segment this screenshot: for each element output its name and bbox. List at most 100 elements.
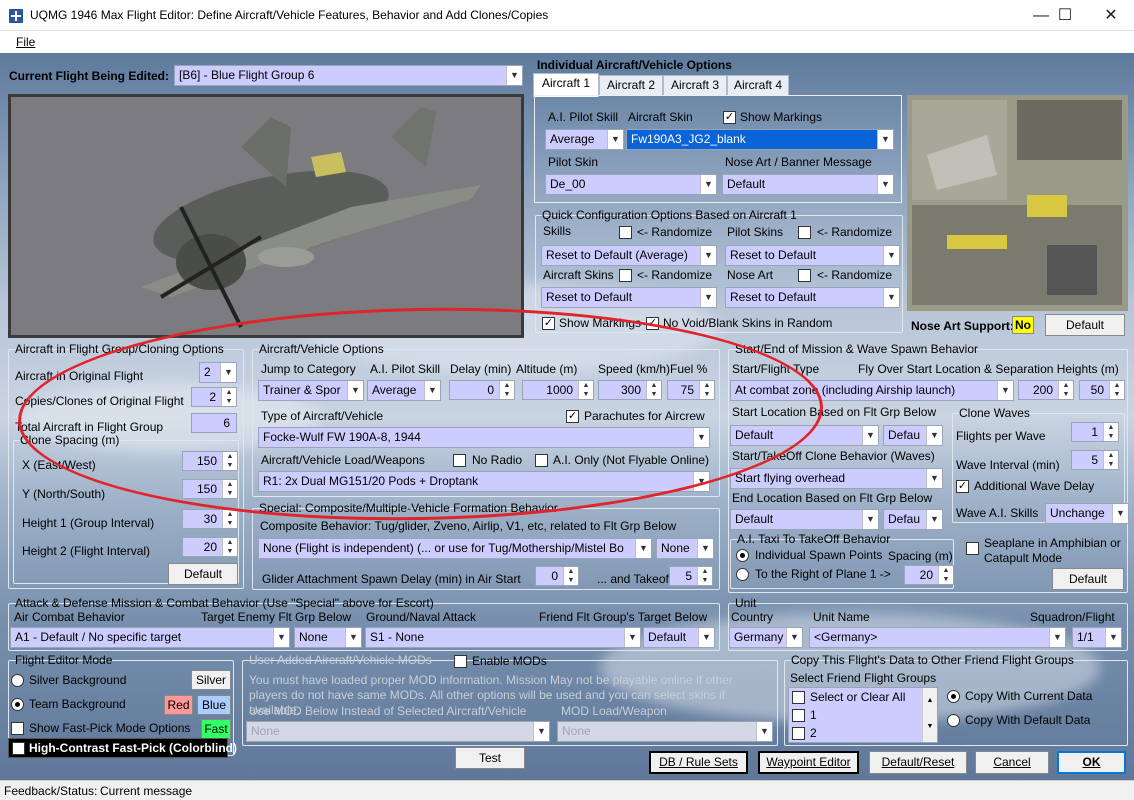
end-location-select[interactable]: Default ▼ [730, 509, 879, 530]
status-label: Feedback/Status: [4, 784, 98, 798]
spinner-icon[interactable]: ▲ ▼ [938, 566, 953, 584]
nose-art-quick-label: Nose Art [727, 268, 774, 282]
randomize-skills-checkbox[interactable] [619, 226, 632, 239]
randomize-pilot-skins-checkbox[interactable] [798, 226, 811, 239]
ok-button[interactable]: OK [1057, 751, 1126, 774]
pilot-skin-select[interactable]: De_00 ▼ [545, 174, 717, 195]
list-item[interactable]: 2 [810, 726, 817, 740]
composite2-select[interactable]: None ▼ [656, 538, 714, 559]
waves-default-button[interactable]: Default [1052, 568, 1124, 590]
end-location2-select[interactable]: Defau ▼ [883, 509, 943, 530]
silver-background-radio[interactable] [11, 674, 24, 687]
mod-load-select[interactable]: None ▼ [557, 721, 773, 742]
spinner-icon[interactable]: ▲ ▼ [222, 538, 237, 556]
select-friend-label: Select Friend Flight Groups [790, 671, 937, 685]
ai-skill-select[interactable]: Average ▼ [545, 129, 624, 150]
spinner-icon[interactable]: ▲ ▼ [697, 567, 712, 585]
randomize-aircraft-skins-checkbox[interactable] [619, 269, 632, 282]
height-a-stepper[interactable]: 200 ▲ ▼ [1018, 380, 1074, 400]
spinner-icon[interactable]: ▲ ▼ [1058, 381, 1073, 399]
air-combat-select[interactable]: A1 - Default / No specific target ▼ [10, 627, 290, 648]
individual-spawn-radio[interactable] [736, 549, 749, 562]
right-of-plane-radio[interactable] [736, 568, 749, 581]
list-item[interactable]: Select or Clear All [810, 690, 905, 704]
friend-groups-list[interactable]: Select or Clear All 1 2 ▲ ▼ [788, 687, 938, 743]
fast-pick-checkbox[interactable] [11, 722, 24, 735]
high-contrast-checkbox[interactable] [12, 742, 25, 755]
blue-button[interactable]: Blue [197, 695, 231, 715]
spinner-icon[interactable]: ▲ ▼ [1103, 423, 1118, 441]
waypoint-editor-button[interactable]: Waypoint Editor [758, 751, 859, 774]
list-scrollbar[interactable]: ▲ ▼ [922, 688, 937, 742]
takeoff-label: ... and Takeoff [597, 572, 672, 586]
height-b-stepper[interactable]: 50 ▲ ▼ [1079, 380, 1125, 400]
ai-skill-label: A.I. Pilot Skill [548, 110, 619, 124]
aircraft-skin-select[interactable]: Fw190A3_JG2_blank ▼ [626, 129, 894, 150]
unit-title: Unit [735, 596, 757, 610]
db-rule-sets-button[interactable]: DB / Rule Sets [649, 751, 748, 774]
randomize-nose-art-checkbox[interactable] [798, 269, 811, 282]
flights-per-wave-stepper[interactable]: 1 ▲ ▼ [1071, 422, 1119, 442]
spacing-default-button[interactable]: Default [168, 563, 238, 585]
nose-art-default-button[interactable]: Default [1045, 314, 1125, 336]
copy-default-radio[interactable] [947, 714, 960, 727]
spawn-spacing-stepper[interactable]: 20 ▲ ▼ [904, 565, 954, 585]
team-background-radio[interactable] [11, 698, 24, 711]
mod-select[interactable]: None ▼ [246, 721, 550, 742]
tab-aircraft-4[interactable]: Aircraft 4 [727, 75, 789, 95]
default-reset-button[interactable]: Default/Reset [869, 751, 967, 774]
nose-art-label: Nose Art / Banner Message [725, 155, 872, 169]
special-group: Special: Composite/Multiple-Vehicle Form… [252, 501, 720, 590]
spinner-icon[interactable]: ▲ ▼ [1103, 451, 1118, 469]
squadron-select[interactable]: 1/1 ▼ [1072, 627, 1122, 648]
height2-stepper[interactable]: 20 ▲ ▼ [182, 537, 238, 557]
spinner-icon[interactable]: ▲ ▼ [1109, 381, 1124, 399]
list-item-checkbox[interactable] [792, 709, 805, 722]
target-enemy-label: Target Enemy Flt Grp Below [201, 610, 352, 624]
menu-file[interactable]: File [16, 35, 35, 49]
wave-skills-select[interactable]: Unchange ▼ [1045, 503, 1129, 524]
test-button[interactable]: Test [455, 747, 525, 769]
tab-aircraft-1[interactable]: Aircraft 1 [533, 73, 599, 97]
additional-wave-delay-checkbox[interactable]: ✓ [956, 480, 969, 493]
unit-name-select[interactable]: <Germany> ▼ [809, 627, 1066, 648]
seaplane-checkbox[interactable] [966, 542, 979, 555]
silver-button[interactable]: Silver [191, 670, 231, 690]
copy-current-radio[interactable] [947, 690, 960, 703]
start-location2-select[interactable]: Defau ▼ [883, 425, 943, 446]
maximize-button[interactable]: ☐ [1042, 0, 1088, 31]
target-enemy-select[interactable]: None ▼ [294, 627, 362, 648]
height1-stepper[interactable]: 30 ▲ ▼ [182, 509, 238, 529]
spinner-icon[interactable]: ▲ ▼ [563, 567, 578, 585]
tab-aircraft-3[interactable]: Aircraft 3 [663, 75, 727, 95]
high-contrast-bar[interactable]: High-Contrast Fast-Pick (Colorblind) [8, 738, 237, 758]
nose-art-select[interactable]: Default ▼ [722, 174, 894, 195]
composite-select[interactable]: None (Flight is independent) (... or use… [258, 538, 652, 559]
skills-select[interactable]: Reset to Default (Average) ▼ [541, 245, 717, 266]
close-button[interactable]: ✕ [1088, 0, 1134, 31]
ground-attack-select[interactable]: S1 - None ▼ [365, 627, 641, 648]
aircraft-skins-select[interactable]: Reset to Default ▼ [541, 287, 717, 308]
pilot-skins-select[interactable]: Reset to Default ▼ [725, 245, 900, 266]
cancel-button[interactable]: Cancel [975, 751, 1049, 774]
glider-delay-stepper[interactable]: 0 ▲ ▼ [535, 566, 579, 586]
seaplane-label: Seaplane in Amphibian or Catapult Mode [984, 536, 1121, 565]
tab-aircraft-2[interactable]: Aircraft 2 [599, 75, 663, 95]
chevron-down-icon: ▼ [700, 246, 716, 265]
enable-mods-checkbox[interactable] [454, 655, 467, 668]
red-button[interactable]: Red [164, 695, 193, 715]
show-markings-checkbox[interactable]: ✓ [723, 111, 736, 124]
clone-behavior-select[interactable]: Start flying overhead ▼ [730, 468, 943, 489]
takeoff-delay-stepper[interactable]: 5 ▲ ▼ [669, 566, 713, 586]
list-item-checkbox[interactable] [792, 727, 805, 740]
list-item[interactable]: 1 [810, 708, 817, 722]
spinner-icon[interactable]: ▲ ▼ [222, 510, 237, 528]
friend-target-select[interactable]: Default ▼ [643, 627, 715, 648]
fast-button[interactable]: Fast [201, 719, 231, 739]
current-flight-select[interactable]: [B6] - Blue Flight Group 6 ▼ [174, 65, 523, 86]
nose-art-quick-select[interactable]: Reset to Default ▼ [725, 287, 900, 308]
wave-interval-stepper[interactable]: 5 ▲ ▼ [1071, 450, 1119, 470]
list-item-checkbox[interactable] [792, 691, 805, 704]
silver-background-label: Silver Background [29, 673, 127, 687]
country-select[interactable]: Germany ▼ [729, 627, 803, 648]
